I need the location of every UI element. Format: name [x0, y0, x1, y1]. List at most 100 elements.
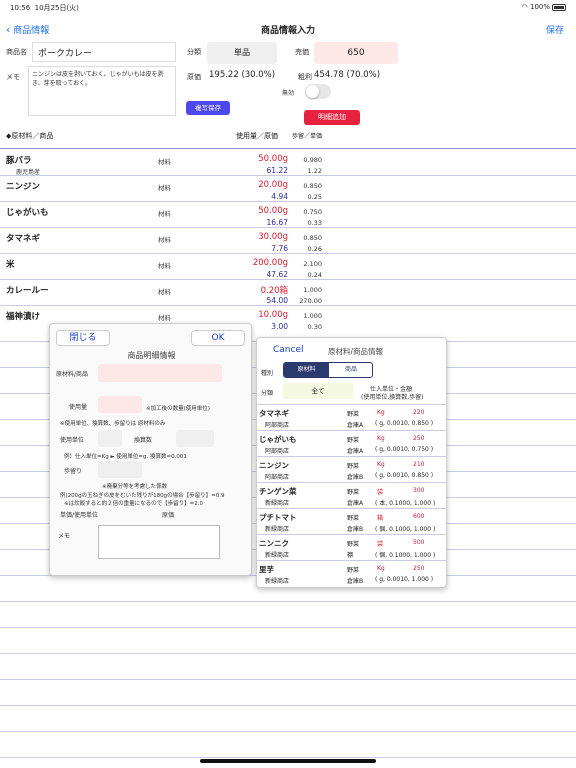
yield-label: 歩留り	[64, 468, 83, 475]
picker-item-detail: ( g, 0.0010, 0.850 )	[375, 420, 434, 427]
item-category: 材料	[158, 314, 171, 322]
picker-item-name: プチトマト	[259, 513, 297, 522]
row-divider	[0, 731, 576, 732]
item-cost: 54.00	[266, 296, 288, 305]
picker-list: タマネギ 阿部商店 野菜 倉庫A Kg 220( g, 0.0010, 0.850 ) じゃ…	[257, 404, 446, 586]
usage-note: ※加工後の数量(使用単位)	[146, 406, 210, 412]
item-cost: 47.62	[266, 270, 288, 279]
yield-field[interactable]	[98, 461, 142, 478]
item-category: 材料	[158, 158, 171, 166]
picker-item-detail: ( 本, 0.1000, 1.000 )	[375, 500, 436, 507]
type-segmented-control: 原材料 商品	[283, 362, 373, 378]
segment-product[interactable]: 商品	[329, 363, 372, 377]
detail-memo-label: メモ	[58, 533, 71, 540]
list-item[interactable]: カレールー 材料 0.20箱 54.00 1.000 270.00	[0, 279, 576, 306]
picker-item[interactable]: プチトマト 新緑商店 野菜 倉庫B 箱 600 ( 個, 0.1000, 1.000 )	[257, 508, 446, 534]
cancel-button[interactable]: Cancel	[273, 345, 304, 355]
picker-item-price: 500	[413, 539, 425, 546]
item-unitprice: 0.30	[307, 323, 322, 331]
list-header-col1: 使用量／原価	[236, 132, 278, 140]
price-label: 売価	[295, 48, 309, 56]
item-unitprice: 1.22	[307, 167, 322, 175]
item-category: 材料	[158, 210, 171, 218]
segment-material[interactable]: 原材料	[284, 363, 329, 377]
item-name: カレールー	[6, 286, 49, 296]
conv-field[interactable]	[176, 430, 214, 447]
picker-item-detail: ( g, 0.0010, 0.750 )	[375, 446, 434, 453]
category-select[interactable]: 単品	[207, 42, 277, 64]
unit-example: 例）仕入単位=Kg ► 使用単位=g, 換算数=0.001	[64, 454, 187, 460]
detail-title: 商品明細情報	[127, 351, 176, 360]
item-cost: 7.76	[271, 244, 288, 253]
status-time: 10:56 10月25日(火)	[10, 4, 79, 12]
list-item[interactable]: ニンジン 材料 20.00g 4.94 0.850 0.25	[0, 175, 576, 202]
item-amount: 20.00g	[258, 180, 288, 190]
copy-save-button[interactable]: 複写保存	[186, 101, 230, 115]
picker-item-location: 倉庫B	[347, 578, 364, 585]
picker-item-shop: 新緑商店	[265, 526, 290, 533]
picker-item-unit: Kg	[377, 409, 385, 416]
picker-item-location: 倉庫A	[347, 448, 364, 455]
item-category: 材料	[158, 288, 171, 296]
picker-item-price: 220	[413, 409, 425, 416]
picker-item[interactable]: じゃがいも 阿部商店 野菜 倉庫A Kg 250 ( g, 0.0010, 0.750 )	[257, 430, 446, 456]
conv-label: 換算数	[134, 437, 153, 444]
unitcost-label: 単価/使用単位	[60, 512, 99, 519]
home-indicator	[200, 759, 376, 763]
picker-item[interactable]: ニンジン 阿部商店 野菜 倉庫B Kg 210 ( g, 0.0010, 0.850 )	[257, 456, 446, 482]
picker-item-price: 300	[413, 487, 425, 494]
picker-item-genre: 野菜	[347, 437, 360, 444]
picker-item-name: チンゲン菜	[259, 487, 297, 496]
picker-cat-select[interactable]: 全て	[283, 383, 353, 399]
wifi-icon: ◠	[521, 3, 528, 11]
item-amount: 30.00g	[258, 232, 288, 242]
list-header-title: ◆原材料／商品	[6, 132, 54, 140]
page-title: 商品情報入力	[260, 26, 315, 36]
ok-button[interactable]: OK	[191, 330, 245, 346]
material-field[interactable]	[98, 364, 222, 382]
picker-item[interactable]: タマネギ 阿部商店 野菜 倉庫A Kg 220 ( g, 0.0010, 0.850 )	[257, 404, 446, 430]
usage-field[interactable]	[98, 396, 142, 413]
price-field[interactable]: 650	[314, 42, 398, 64]
picker-item-detail: ( 個, 0.1000, 1.000 )	[375, 552, 436, 559]
picker-item-location: 倉庫B	[347, 474, 364, 481]
row-divider	[0, 757, 576, 758]
ingredient-list: 豚バラ 鹿児島産 材料 50.00g 61.22 0.980 1.22 ニンジン…	[0, 149, 576, 334]
detail-memo-field[interactable]	[98, 525, 220, 559]
item-name: じゃがいも	[6, 208, 49, 218]
picker-item-unit: 袋	[377, 489, 384, 496]
yield-note: ※廃棄分等を考慮した係数	[102, 484, 168, 490]
picker-item-name: 里芋	[259, 565, 274, 574]
picker-title: 原材料/商品情報	[328, 347, 384, 356]
picker-item-shop: 新緑商店	[265, 552, 290, 559]
close-button[interactable]: 閉じる	[56, 330, 110, 346]
picker-item-shop: 新緑商店	[265, 500, 290, 507]
gross-label: 粗利	[298, 73, 312, 81]
memo-field[interactable]: ニンジンは皮を剥いておく。じゃがいもは皮を剥き、芽を取っておく。	[28, 66, 176, 116]
list-item[interactable]: じゃがいも 材料 50.00g 16.67 0.750 0.33	[0, 201, 576, 228]
name-label: 商品名	[6, 48, 27, 56]
picker-cat-label: 分類	[261, 390, 274, 397]
picker-item-name: じゃがいも	[259, 435, 297, 444]
add-detail-button[interactable]: 明細追加	[304, 110, 360, 125]
list-item[interactable]: タマネギ 材料 30.00g 7.76 0.850 0.26	[0, 227, 576, 254]
gross-value: 454.78 (70.0%)	[314, 70, 381, 80]
item-category: 材料	[158, 262, 171, 270]
picker-item[interactable]: ニンニク 新緑商店 野菜棚 袋 500 ( 個, 0.1000, 1.000 )	[257, 534, 446, 560]
item-unitprice: 270.00	[299, 297, 322, 305]
list-item[interactable]: 米 材料 200.00g 47.62 2.100 0.24	[0, 253, 576, 280]
item-cost: 4.94	[271, 192, 288, 201]
picker-item-unit: Kg	[377, 435, 385, 442]
invalid-toggle[interactable]	[305, 84, 331, 99]
unit-field[interactable]	[98, 430, 122, 447]
row-divider	[0, 627, 576, 628]
list-item[interactable]: 豚バラ 鹿児島産 材料 50.00g 61.22 0.980 1.22	[0, 149, 576, 176]
picker-item[interactable]: 里芋 新緑商店 野菜 倉庫B Kg 250 ( g, 0.0010, 1.000 )	[257, 560, 446, 586]
battery-icon	[552, 3, 566, 11]
save-button[interactable]: 保存	[546, 23, 564, 36]
navigation-bar: ‹ 商品情報 商品情報入力 保存	[0, 14, 576, 44]
item-name: 米	[6, 260, 15, 270]
picker-item[interactable]: チンゲン菜 新緑商店 野菜 倉庫A 袋 300 ( 本, 0.1000, 1.000 )	[257, 482, 446, 508]
cost-label: 原価	[187, 73, 201, 81]
name-field[interactable]: ポークカレー	[32, 42, 176, 62]
